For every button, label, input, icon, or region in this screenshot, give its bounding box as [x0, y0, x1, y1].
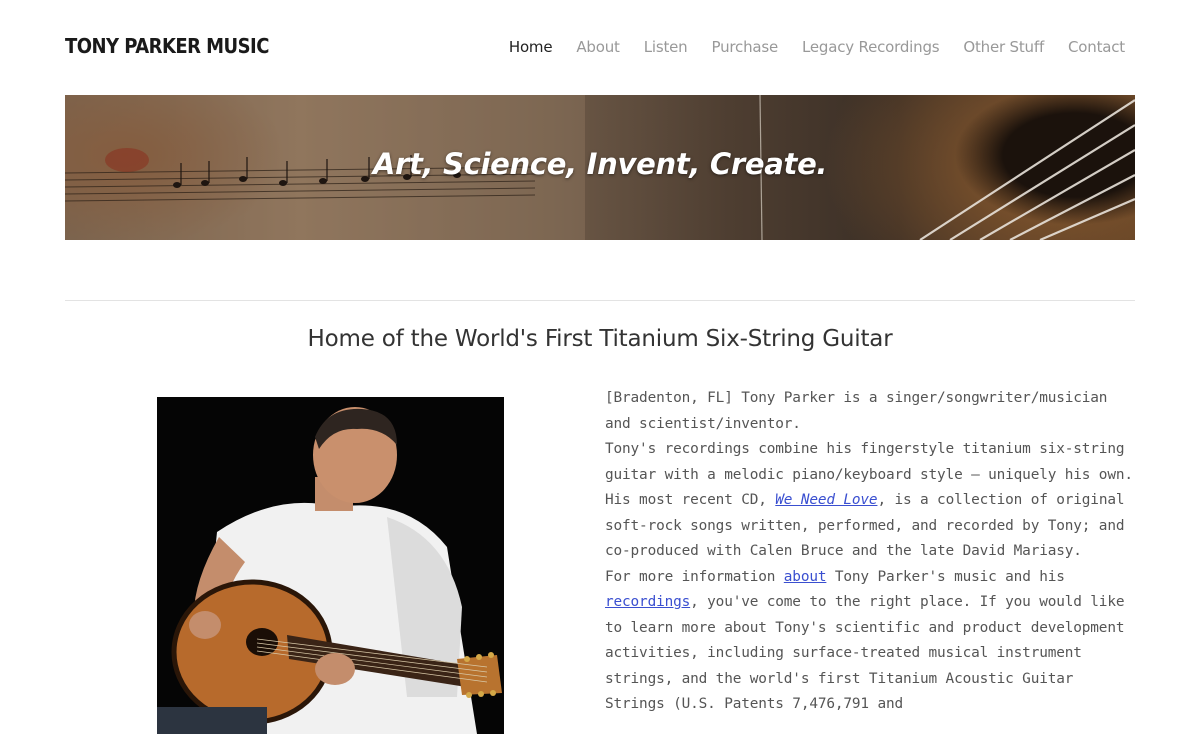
page-heading: Home of the World's First Titanium Six-S… — [307, 326, 893, 352]
main-nav: Home About Listen Purchase Legacy Record… — [509, 38, 1125, 56]
nav-purchase[interactable]: Purchase — [712, 38, 779, 56]
artist-photo-illustration — [157, 397, 504, 734]
nav-contact[interactable]: Contact — [1068, 38, 1125, 56]
about-link[interactable]: about — [784, 569, 827, 585]
bio-paragraph-more-info: For more information about Tony Parker's… — [605, 565, 1135, 718]
banner-tagline: Art, Science, Invent, Create. — [372, 147, 828, 181]
site-title[interactable]: TONY PARKER MUSIC — [65, 34, 269, 58]
recordings-link[interactable]: recordings — [605, 594, 690, 610]
section-divider — [65, 300, 1135, 301]
nav-legacy-recordings[interactable]: Legacy Recordings — [802, 38, 940, 56]
bio-text-segment: , you've come to the right place. If you… — [605, 594, 1125, 712]
nav-about[interactable]: About — [576, 38, 620, 56]
nav-other-stuff[interactable]: Other Stuff — [963, 38, 1044, 56]
bio-paragraph-recordings: Tony's recordings combine his fingerstyl… — [605, 437, 1135, 565]
nav-home[interactable]: Home — [509, 38, 553, 56]
we-need-love-link-label: We Need Love — [775, 492, 878, 508]
hero-banner: Art, Science, Invent, Create. — [65, 95, 1135, 240]
bio-paragraph-intro: [Bradenton, FL] Tony Parker is a singer/… — [605, 390, 1108, 432]
bio-text: [Bradenton, FL] Tony Parker is a singer/… — [605, 386, 1135, 718]
bio-text-segment: For more information — [605, 568, 784, 585]
artist-photo — [157, 397, 504, 734]
bio-text-segment: Tony Parker's music and his — [826, 568, 1065, 585]
we-need-love-link[interactable]: We Need Love — [775, 492, 877, 508]
nav-listen[interactable]: Listen — [644, 38, 688, 56]
